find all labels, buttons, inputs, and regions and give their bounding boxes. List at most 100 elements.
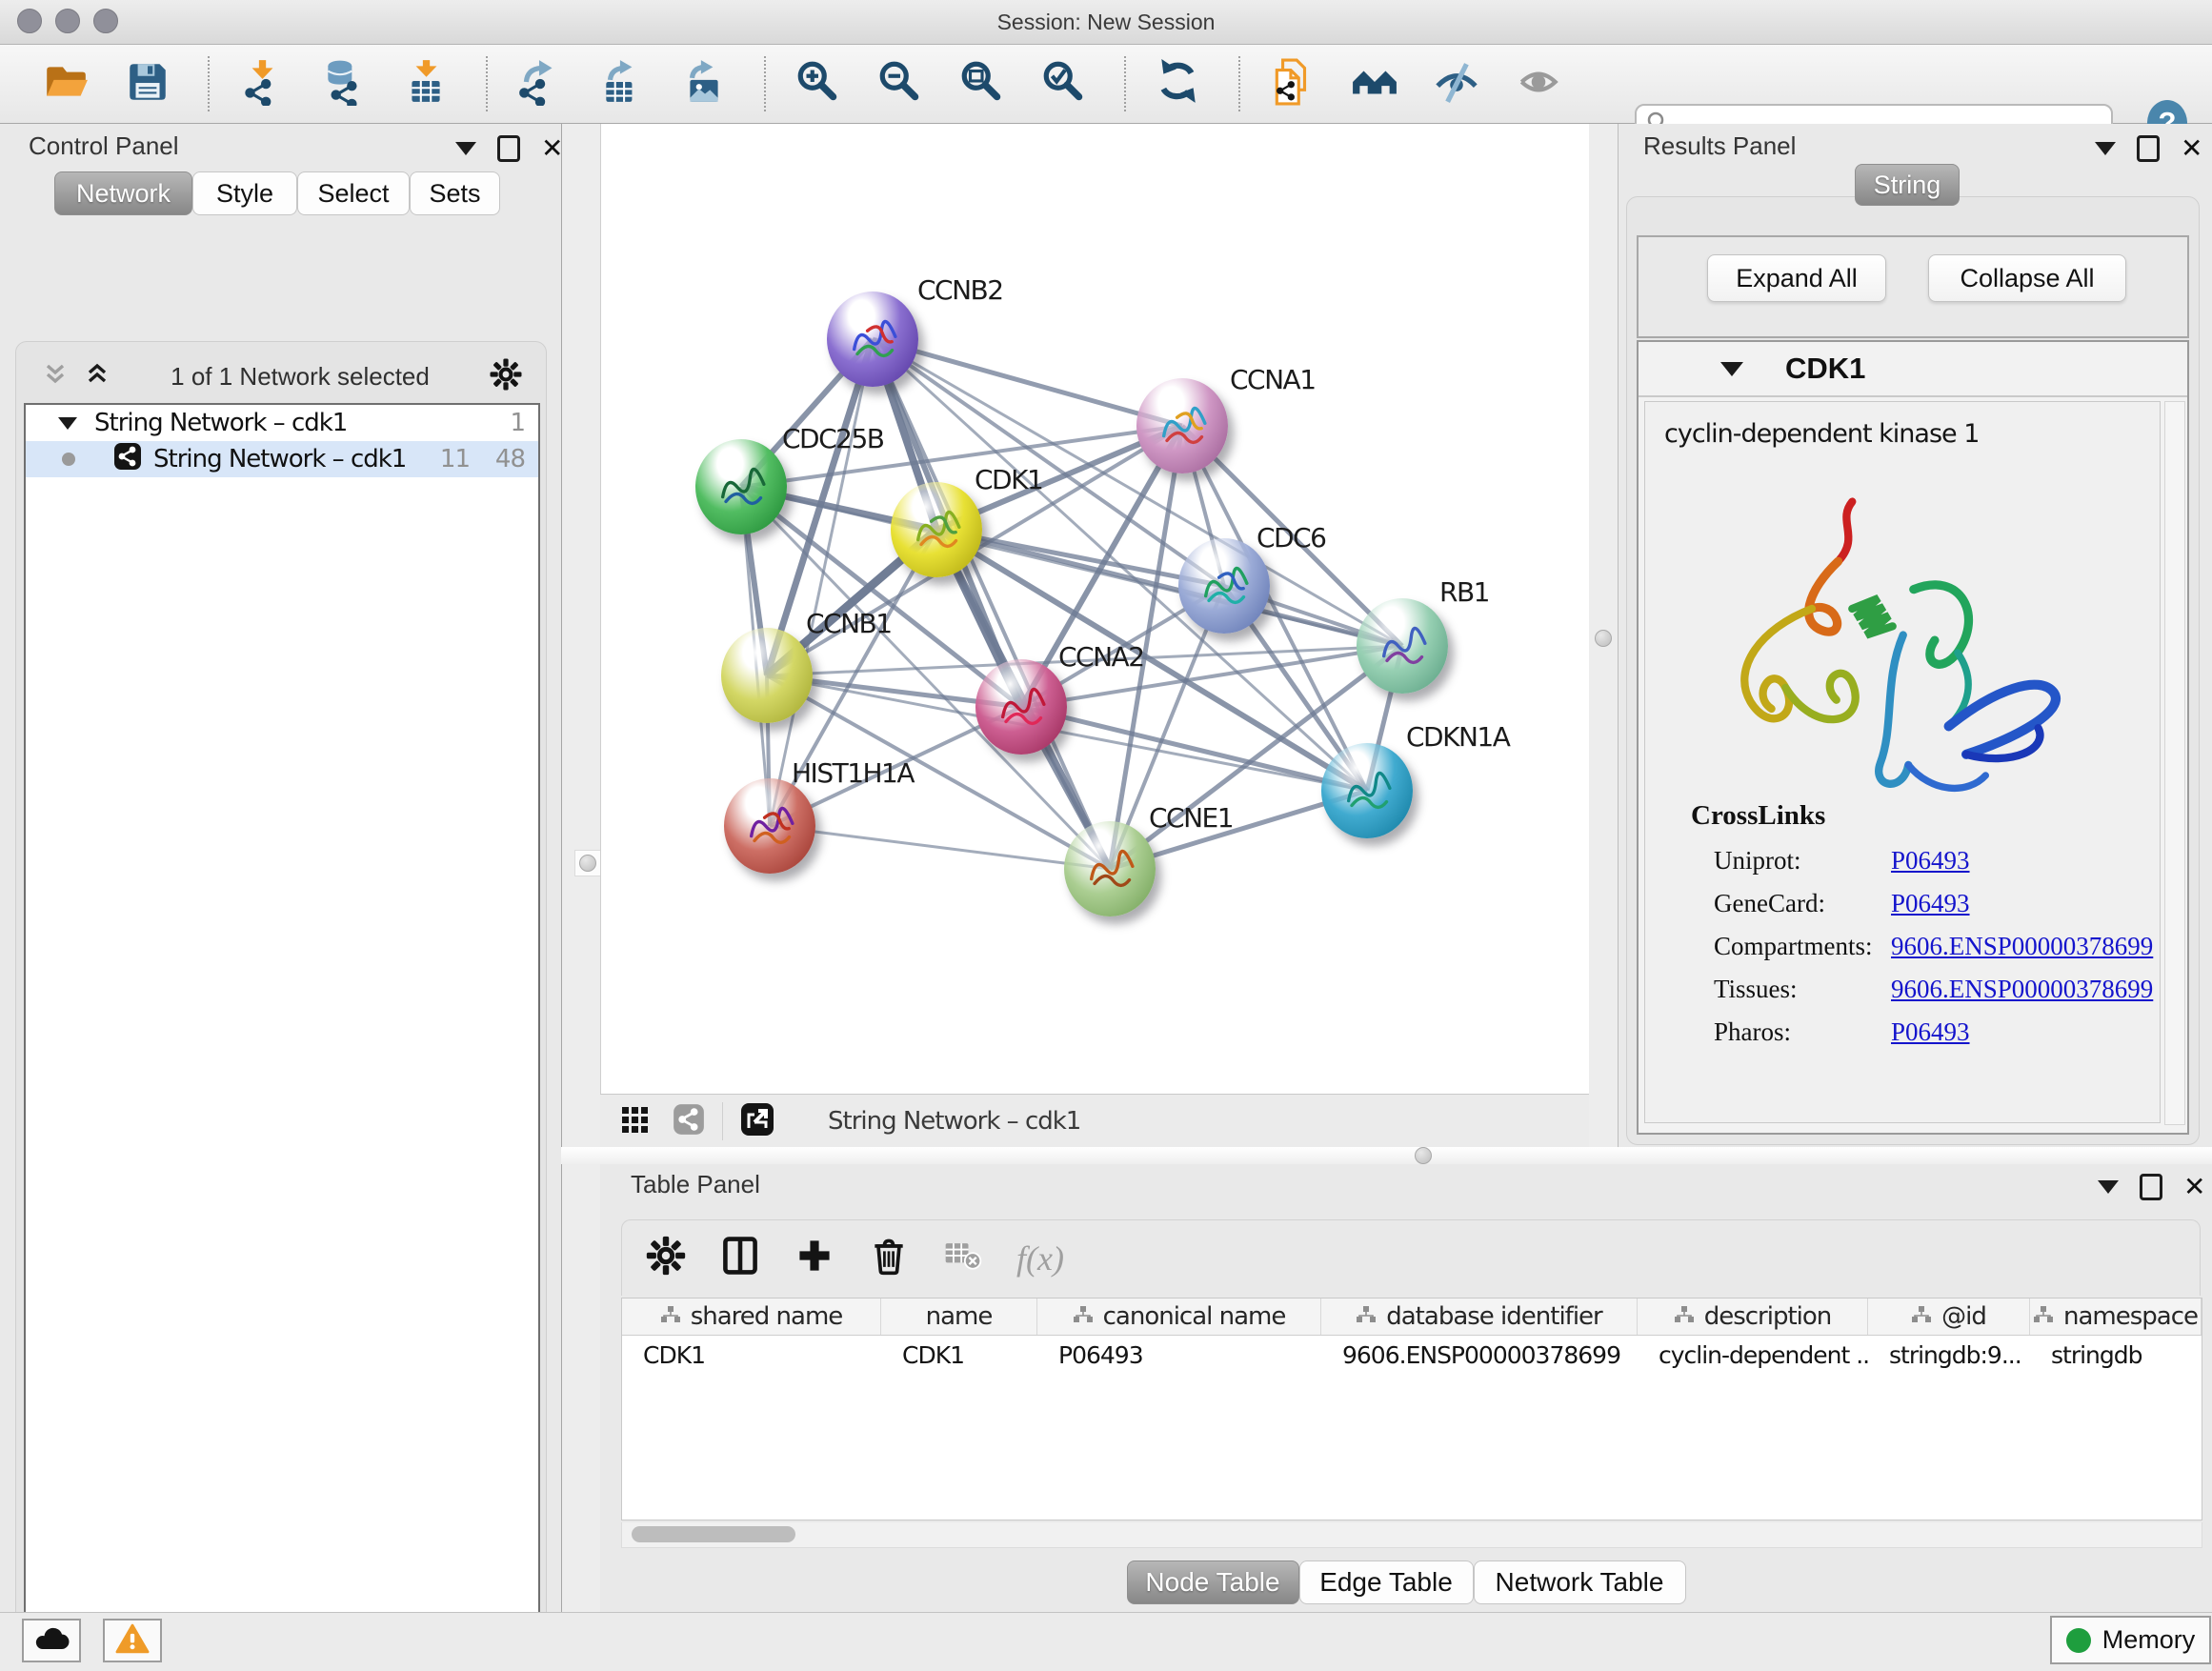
tab-sets[interactable]: Sets	[410, 171, 500, 215]
crosslink-label: Uniprot:	[1714, 846, 1801, 876]
left-splitter[interactable]	[562, 124, 601, 1612]
import-network-file-button[interactable]	[234, 55, 290, 112]
split-table-button[interactable]	[719, 1235, 761, 1281]
expand-all-icon[interactable]	[83, 360, 111, 393]
table-cell[interactable]: stringdb:9...	[1868, 1336, 2030, 1374]
apply-preferred-layout-button[interactable]	[1151, 55, 1206, 112]
table-row[interactable]: CDK1CDK1P064939606.ENSP00000378699cyclin…	[622, 1336, 2202, 1374]
network-node-CCNA1[interactable]	[1136, 378, 1228, 473]
right-splitter-handle[interactable]	[1595, 630, 1612, 647]
export-table-button[interactable]	[594, 55, 650, 112]
tab-network-table[interactable]: Network Table	[1474, 1560, 1686, 1604]
column-header--id[interactable]: @id	[1868, 1299, 2030, 1335]
tab-network[interactable]: Network	[54, 171, 192, 215]
import-table-icon	[402, 58, 450, 111]
table-menu-icon[interactable]	[2098, 1180, 2119, 1194]
tab-select[interactable]: Select	[297, 171, 410, 215]
results-close-icon[interactable]: ✕	[2181, 139, 2202, 158]
zoom-fit-button[interactable]	[955, 55, 1010, 112]
delete-column-button[interactable]	[868, 1235, 910, 1281]
tab-node-table[interactable]: Node Table	[1127, 1560, 1299, 1604]
table-cell[interactable]: 9606.ENSP00000378699	[1321, 1336, 1638, 1374]
panel-close-icon[interactable]: ✕	[541, 139, 563, 158]
network-node-CDKN1A[interactable]	[1321, 743, 1413, 838]
delete-table-button[interactable]	[942, 1235, 984, 1281]
left-splitter-handle[interactable]	[574, 850, 601, 876]
table-float-icon[interactable]	[2140, 1174, 2162, 1200]
table-cell[interactable]: CDK1	[881, 1336, 1037, 1374]
grid-view-icon[interactable]	[621, 1105, 650, 1138]
network-collection-row[interactable]: String Network – cdk1 1	[26, 405, 538, 441]
split-columns-icon	[719, 1264, 761, 1280]
add-column-button[interactable]	[794, 1235, 835, 1281]
expand-all-button[interactable]: Expand All	[1707, 254, 1886, 302]
network-node-CDC25B[interactable]	[695, 439, 787, 534]
network-node-CCNB2[interactable]	[827, 292, 918, 387]
network-node-CDK1[interactable]	[891, 482, 982, 577]
column-header-database-identifier[interactable]: database identifier	[1321, 1299, 1638, 1335]
crosslink-link[interactable]: P06493	[1891, 1017, 1970, 1047]
crosslink-link[interactable]: 9606.ENSP00000378699	[1891, 975, 2153, 1004]
warnings-button[interactable]	[103, 1619, 162, 1662]
crosslink-link[interactable]: 9606.ENSP00000378699	[1891, 932, 2153, 961]
gene-section-header[interactable]: CDK1	[1639, 342, 2187, 397]
hide-selected-button[interactable]	[1429, 55, 1484, 112]
horizontal-splitter-handle[interactable]	[1415, 1147, 1432, 1164]
column-header-name[interactable]: name	[881, 1299, 1037, 1335]
results-float-icon[interactable]	[2137, 135, 2160, 162]
table-settings-button[interactable]	[645, 1235, 687, 1281]
right-splitter[interactable]	[1589, 124, 1618, 1147]
crosslink-link[interactable]: P06493	[1891, 846, 1970, 876]
detach-view-icon[interactable]	[740, 1102, 774, 1141]
crosslink-link[interactable]: P06493	[1891, 889, 1970, 918]
function-builder-button[interactable]: f(x)	[1016, 1238, 1064, 1278]
cloud-button[interactable]	[22, 1619, 81, 1662]
collapse-all-button[interactable]: Collapse All	[1928, 254, 2126, 302]
table-hscroll-thumb[interactable]	[632, 1526, 795, 1542]
column-type-icon	[660, 1302, 681, 1331]
zoom-out-button[interactable]	[873, 55, 928, 112]
import-network-database-button[interactable]	[316, 55, 372, 112]
collection-expander-icon[interactable]	[58, 417, 77, 430]
column-header-description[interactable]: description	[1638, 1299, 1868, 1335]
table-hscrollbar[interactable]	[621, 1522, 2202, 1548]
first-neighbors-button[interactable]	[1347, 55, 1402, 112]
tab-edge-table[interactable]: Edge Table	[1299, 1560, 1474, 1604]
open-session-button[interactable]	[38, 55, 93, 112]
share-view-icon[interactable]	[673, 1103, 705, 1140]
tab-style[interactable]: Style	[192, 171, 297, 215]
panel-float-icon[interactable]	[497, 135, 520, 162]
results-menu-icon[interactable]	[2095, 142, 2116, 155]
zoom-selected-button[interactable]	[1036, 55, 1092, 112]
import-table-button[interactable]	[398, 55, 453, 112]
column-header-shared-name[interactable]: shared name	[622, 1299, 881, 1335]
network-node-RB1[interactable]	[1357, 598, 1448, 694]
collapse-all-icon[interactable]	[41, 360, 70, 393]
export-network-button[interactable]	[513, 55, 568, 112]
network-row-selected[interactable]: String Network – cdk1 11 48	[26, 441, 538, 477]
new-network-from-selection-button[interactable]	[1265, 55, 1320, 112]
network-canvas[interactable]: CCNB2CCNA1CDC25BCDK1CDC6RB1CCNB1CCNA2CDK…	[600, 124, 1590, 1094]
panel-menu-icon[interactable]	[455, 142, 476, 155]
network-node-HIST1H1A[interactable]	[724, 778, 815, 874]
results-scrollbar[interactable]	[2164, 401, 2185, 1125]
table-cell[interactable]: cyclin-dependent ...	[1638, 1336, 1868, 1374]
save-session-button[interactable]	[120, 55, 175, 112]
table-cell[interactable]: stringdb	[2030, 1336, 2202, 1374]
table-cell[interactable]: CDK1	[622, 1336, 881, 1374]
column-header-namespace[interactable]: namespace	[2030, 1299, 2202, 1335]
table-cell[interactable]: P06493	[1037, 1336, 1321, 1374]
horizontal-splitter[interactable]	[561, 1147, 2212, 1164]
memory-button[interactable]: Memory	[2050, 1616, 2211, 1664]
network-node-CCNB1[interactable]	[721, 628, 813, 723]
network-options-gear-icon[interactable]	[489, 357, 523, 396]
network-node-CCNA2[interactable]	[975, 659, 1067, 755]
zoom-in-button[interactable]	[791, 55, 846, 112]
column-header-canonical-name[interactable]: canonical name	[1037, 1299, 1321, 1335]
table-close-icon[interactable]: ✕	[2183, 1178, 2205, 1197]
tab-string[interactable]: String	[1855, 164, 1960, 206]
gene-expander-icon[interactable]	[1720, 362, 1743, 376]
export-image-button[interactable]	[676, 55, 732, 112]
show-all-button[interactable]	[1511, 55, 1566, 112]
network-node-CCNE1[interactable]	[1064, 821, 1156, 916]
